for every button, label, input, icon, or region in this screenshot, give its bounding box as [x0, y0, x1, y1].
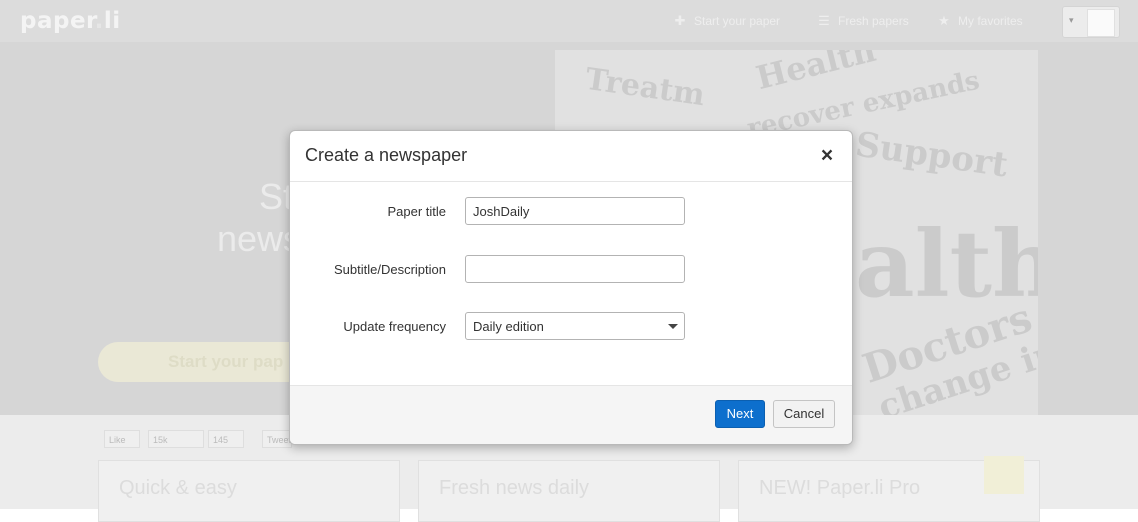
- logo-dot-text: .: [94, 8, 104, 34]
- nav-fresh-papers-link[interactable]: ☰ Fresh papers: [816, 13, 909, 29]
- dropdown-arrow-icon: [668, 324, 678, 329]
- update-frequency-select[interactable]: Daily edition: [465, 312, 685, 340]
- paper-title-row: Paper title: [290, 197, 852, 225]
- google-plus-button[interactable]: 15k: [148, 430, 204, 448]
- subtitle-input[interactable]: [465, 255, 685, 283]
- paperli-logo[interactable]: paper.li: [20, 8, 121, 34]
- pro-ribbon-icon: [984, 456, 1024, 494]
- update-frequency-label: Update frequency: [343, 319, 446, 334]
- nav-favorites-link[interactable]: ★ My favorites: [936, 13, 1023, 29]
- hero-image-word: Support: [852, 124, 1011, 186]
- tweet-button[interactable]: Tweet: [262, 430, 292, 448]
- subtitle-label: Subtitle/Description: [334, 262, 446, 277]
- plus-icon: ✚: [674, 13, 686, 28]
- top-navbar: paper.li ✚ Start your paper ☰ Fresh papers…: [0, 0, 1138, 42]
- feature-card-fresh-news: Fresh news daily: [418, 460, 720, 522]
- feature-card-title: NEW! Paper.li Pro: [759, 477, 921, 499]
- list-icon: ☰: [818, 13, 830, 28]
- next-button[interactable]: Next: [715, 400, 765, 428]
- share-count: 145: [208, 430, 244, 448]
- avatar: [1087, 9, 1115, 37]
- hero-image-word: Treatm: [583, 61, 707, 114]
- subtitle-row: Subtitle/Description: [290, 255, 852, 283]
- close-icon[interactable]: ×: [818, 145, 836, 166]
- feature-card-quick-easy: Quick & easy: [98, 460, 400, 522]
- nav-start-paper-label: Start your paper: [694, 14, 781, 28]
- logo-suffix-text: li: [103, 8, 121, 34]
- update-frequency-value: Daily edition: [473, 319, 544, 334]
- update-frequency-row: Update frequency Daily edition: [290, 312, 852, 340]
- create-newspaper-dialog: Create a newspaper × Paper title Subtitl…: [289, 130, 853, 445]
- chevron-down-icon: ▾: [1069, 15, 1074, 25]
- dialog-header: Create a newspaper ×: [290, 131, 852, 182]
- nav-favorites-label: My favorites: [958, 14, 1023, 28]
- nav-fresh-papers-label: Fresh papers: [838, 14, 909, 28]
- logo-main-text: paper: [20, 8, 95, 34]
- nav-start-paper-link[interactable]: ✚ Start your paper: [672, 13, 781, 29]
- user-menu[interactable]: ▾: [1062, 6, 1120, 38]
- facebook-like-button[interactable]: Like: [104, 430, 140, 448]
- dialog-title: Create a newspaper: [305, 145, 468, 165]
- dialog-footer: Next Cancel: [290, 385, 852, 444]
- paper-title-label: Paper title: [387, 204, 446, 219]
- star-icon: ★: [938, 13, 950, 28]
- feature-card-title: Fresh news daily: [439, 477, 590, 499]
- cancel-button[interactable]: Cancel: [773, 400, 835, 428]
- paper-title-input[interactable]: [465, 197, 685, 225]
- feature-card-title: Quick & easy: [119, 477, 237, 499]
